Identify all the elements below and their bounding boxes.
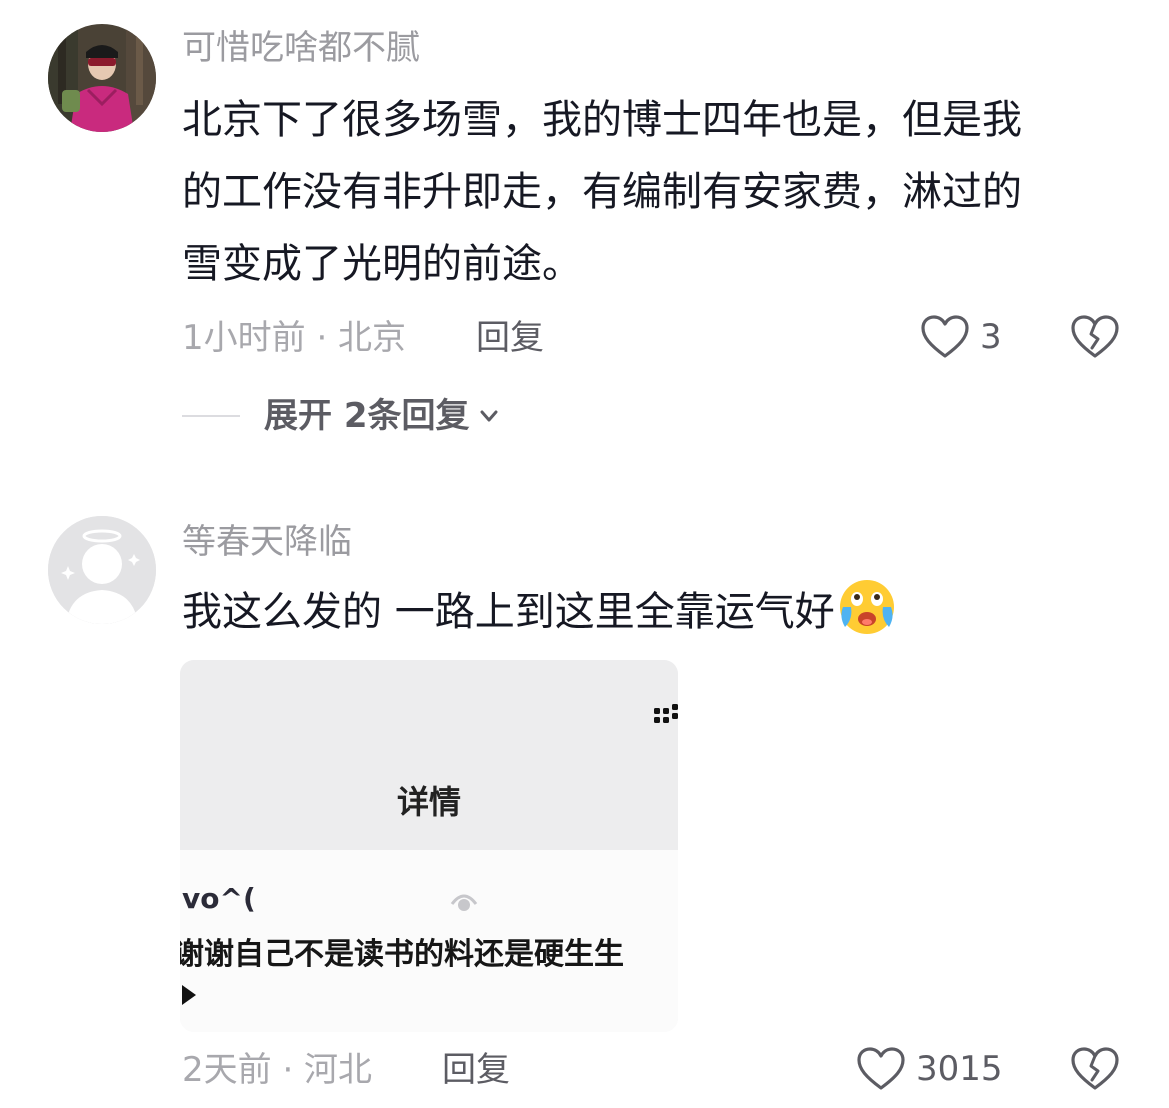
signal-icon [654, 704, 678, 723]
reply-button[interactable]: 回复 [442, 1050, 510, 1090]
image-title: 详情 [396, 783, 461, 821]
image-text: 谢谢自己不是读书的料还是硬生生 [180, 937, 624, 972]
comment-username[interactable]: 等春天降临 [182, 522, 352, 562]
like-count: 3015 [916, 1049, 1003, 1089]
comment-meta: 2天前 · 河北 [182, 1050, 373, 1090]
like-button[interactable]: 3015 [856, 1046, 1003, 1092]
default-angel-avatar-icon [48, 516, 156, 624]
crying-face-emoji-icon [839, 580, 894, 634]
avatar[interactable] [48, 516, 156, 624]
eye-icon [450, 894, 478, 911]
comment-text-content: 我这么发的 一路上到这里全靠运气好 [182, 589, 835, 635]
heart-icon [857, 1047, 905, 1090]
attached-image[interactable]: 详情 vo^( 谢谢自己不是读书的料还是硬生生 [180, 660, 678, 1032]
dislike-button[interactable] [1070, 1046, 1120, 1092]
play-icon [182, 985, 196, 1005]
comment-text: 我这么发的 一路上到这里全靠运气好 [182, 576, 1122, 648]
image-username: vo^( [182, 882, 256, 915]
comment-2: 等春天降临 我这么发的 一路上到这里全靠运气好 详情 vo^(谢谢自己不是读书… [0, 0, 1169, 1108]
broken-heart-icon [1071, 1047, 1119, 1090]
